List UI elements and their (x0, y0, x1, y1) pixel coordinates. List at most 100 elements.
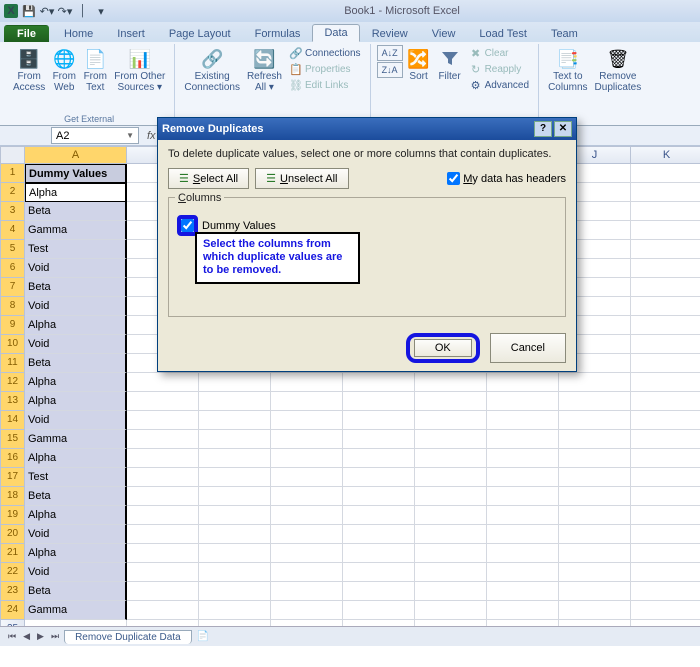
cell-a13[interactable]: Alpha (25, 392, 127, 411)
cell-empty[interactable] (415, 449, 487, 468)
fx-icon[interactable]: fx (147, 130, 156, 142)
qat-customize-icon[interactable]: ▾ (94, 4, 108, 18)
cell-empty[interactable] (415, 468, 487, 487)
cell-empty[interactable] (487, 601, 559, 620)
cell-empty[interactable] (271, 506, 343, 525)
cell-empty[interactable] (199, 430, 271, 449)
cell-empty[interactable] (631, 183, 700, 202)
cell-empty[interactable] (487, 449, 559, 468)
cell-empty[interactable] (343, 563, 415, 582)
cell-empty[interactable] (631, 164, 700, 183)
cell-empty[interactable] (631, 316, 700, 335)
cell-empty[interactable] (271, 373, 343, 392)
cell-empty[interactable] (343, 525, 415, 544)
cell-empty[interactable] (127, 487, 199, 506)
cell-empty[interactable] (559, 487, 631, 506)
cell-empty[interactable] (631, 411, 700, 430)
cell-empty[interactable] (631, 392, 700, 411)
cell-a1[interactable]: Dummy Values (25, 164, 127, 183)
from-text-button[interactable]: 📄From Text (80, 45, 110, 95)
cell-a4[interactable]: Gamma (25, 221, 127, 240)
row-header[interactable]: 5 (0, 240, 25, 259)
advanced-button[interactable]: ⚙Advanced (466, 77, 532, 93)
from-other-sources-button[interactable]: 📊From Other Sources ▾ (111, 45, 168, 95)
tab-review[interactable]: Review (360, 25, 420, 42)
cell-empty[interactable] (631, 297, 700, 316)
select-all-button[interactable]: ☰Select All (168, 168, 249, 189)
cell-empty[interactable] (631, 278, 700, 297)
cell-a16[interactable]: Alpha (25, 449, 127, 468)
row-header[interactable]: 10 (0, 335, 25, 354)
cell-empty[interactable] (343, 506, 415, 525)
cell-empty[interactable] (271, 487, 343, 506)
cell-empty[interactable] (559, 392, 631, 411)
cell-a24[interactable]: Gamma (25, 601, 127, 620)
row-header[interactable]: 8 (0, 297, 25, 316)
cell-empty[interactable] (127, 411, 199, 430)
cell-empty[interactable] (199, 525, 271, 544)
cell-empty[interactable] (487, 525, 559, 544)
cell-empty[interactable] (343, 373, 415, 392)
cell-empty[interactable] (199, 582, 271, 601)
cell-empty[interactable] (127, 430, 199, 449)
cell-empty[interactable] (559, 544, 631, 563)
cell-empty[interactable] (631, 487, 700, 506)
cell-empty[interactable] (415, 601, 487, 620)
row-header[interactable]: 14 (0, 411, 25, 430)
cell-empty[interactable] (199, 563, 271, 582)
cell-a22[interactable]: Void (25, 563, 127, 582)
redo-icon[interactable]: ↷▾ (58, 4, 72, 18)
cell-empty[interactable] (343, 601, 415, 620)
cell-empty[interactable] (343, 430, 415, 449)
cell-empty[interactable] (559, 373, 631, 392)
cell-empty[interactable] (343, 544, 415, 563)
cell-a21[interactable]: Alpha (25, 544, 127, 563)
cell-empty[interactable] (631, 202, 700, 221)
cell-empty[interactable] (631, 335, 700, 354)
cell-empty[interactable] (127, 563, 199, 582)
row-header[interactable]: 21 (0, 544, 25, 563)
cell-a7[interactable]: Beta (25, 278, 127, 297)
cell-empty[interactable] (415, 525, 487, 544)
cell-a9[interactable]: Alpha (25, 316, 127, 335)
clear-button[interactable]: ✖Clear (466, 45, 532, 61)
cell-a20[interactable]: Void (25, 525, 127, 544)
row-header[interactable]: 3 (0, 202, 25, 221)
cell-empty[interactable] (631, 221, 700, 240)
sort-za-button[interactable]: Z↓A (377, 62, 403, 78)
cell-a6[interactable]: Void (25, 259, 127, 278)
sheet-nav-first[interactable]: ⏮ (6, 631, 18, 642)
cell-a19[interactable]: Alpha (25, 506, 127, 525)
cell-a5[interactable]: Test (25, 240, 127, 259)
cell-empty[interactable] (631, 373, 700, 392)
cell-empty[interactable] (343, 582, 415, 601)
properties-button[interactable]: 📋Properties (286, 61, 364, 77)
cell-empty[interactable] (271, 430, 343, 449)
cell-empty[interactable] (127, 506, 199, 525)
ok-button[interactable]: OK (414, 339, 472, 357)
tab-home[interactable]: Home (52, 25, 105, 42)
cell-empty[interactable] (415, 506, 487, 525)
cell-empty[interactable] (559, 601, 631, 620)
dialog-close-button[interactable]: ✕ (554, 121, 572, 137)
tab-insert[interactable]: Insert (105, 25, 157, 42)
cell-empty[interactable] (415, 582, 487, 601)
cell-empty[interactable] (559, 563, 631, 582)
cell-empty[interactable] (127, 468, 199, 487)
column-header-a[interactable]: A (25, 146, 127, 164)
cell-empty[interactable] (415, 392, 487, 411)
sheet-tab-active[interactable]: Remove Duplicate Data (64, 630, 192, 644)
column-checkbox[interactable] (181, 219, 194, 232)
cell-empty[interactable] (415, 373, 487, 392)
cell-empty[interactable] (199, 373, 271, 392)
row-header[interactable]: 20 (0, 525, 25, 544)
cell-empty[interactable] (199, 411, 271, 430)
remove-duplicates-button[interactable]: 🗑Remove Duplicates (592, 45, 645, 95)
sheet-nav-next[interactable]: ▶ (35, 631, 46, 642)
headers-checkbox-row[interactable]: My data has headers (447, 172, 566, 185)
cell-empty[interactable] (271, 544, 343, 563)
cell-empty[interactable] (199, 544, 271, 563)
cell-empty[interactable] (559, 582, 631, 601)
connections-button[interactable]: 🔗Connections (286, 45, 364, 61)
cell-a23[interactable]: Beta (25, 582, 127, 601)
